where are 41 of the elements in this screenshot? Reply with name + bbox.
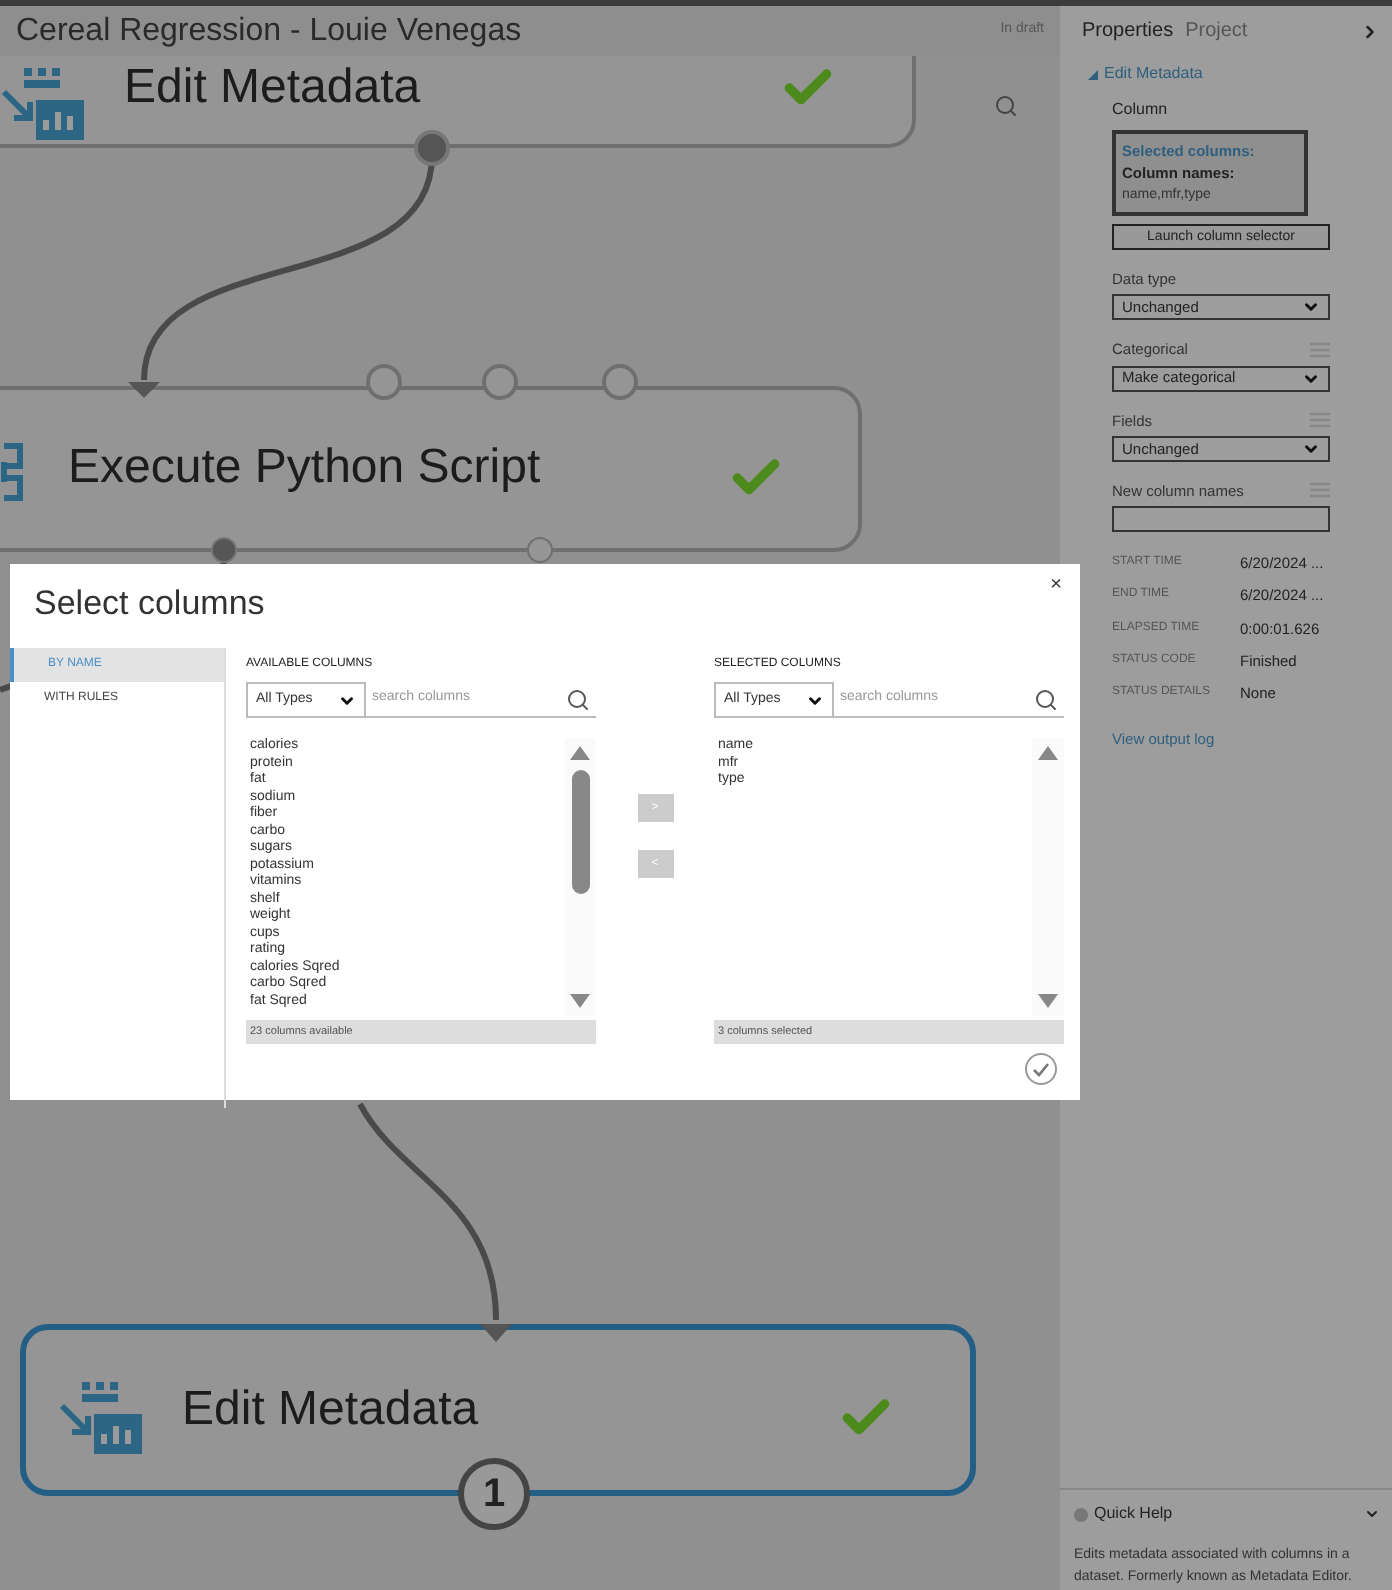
- input-port[interactable]: [366, 364, 402, 400]
- panel-tab[interactable]: Properties: [1082, 16, 1174, 46]
- node-title: Execute Python Script: [68, 444, 541, 492]
- search-icon[interactable]: [994, 94, 1018, 118]
- input-port[interactable]: [602, 364, 638, 400]
- node-title: Edit Metadata: [182, 1386, 479, 1434]
- chevron-down-icon: [806, 691, 824, 709]
- window-title: Cereal Regression - Louie Venegas: [16, 11, 522, 51]
- confirm-check-icon[interactable]: [1024, 1052, 1058, 1086]
- input-port[interactable]: [482, 364, 518, 400]
- scroll-up-icon[interactable]: [1038, 746, 1058, 760]
- chevron-down-icon: [338, 691, 356, 709]
- table-chart-icon: [58, 1378, 146, 1458]
- scrollbar-thumb[interactable]: [571, 770, 589, 894]
- text-input[interactable]: [1112, 506, 1330, 532]
- output-port[interactable]: [414, 130, 450, 166]
- close-button[interactable]: ×: [1050, 576, 1062, 596]
- output-port[interactable]: [527, 537, 553, 563]
- chevron-down-icon: [1302, 298, 1320, 317]
- field-label: Column: [1112, 98, 1170, 122]
- output-port[interactable]: [211, 537, 237, 563]
- chevron-down-icon: [1302, 369, 1320, 387]
- search-icon[interactable]: [566, 687, 590, 711]
- scroll-down-icon[interactable]: [570, 994, 590, 1008]
- node-title: Edit Metadata: [124, 64, 421, 112]
- output-count-badge[interactable]: 1: [458, 1458, 530, 1530]
- scroll-down-icon[interactable]: [1038, 994, 1058, 1008]
- input-port[interactable]: [480, 1324, 512, 1342]
- module-node[interactable]: Edit Metadata: [0, 56, 916, 148]
- expand-triangle-icon[interactable]: [1088, 69, 1098, 79]
- search-icon[interactable]: [1034, 687, 1058, 711]
- table-chart-icon: [0, 64, 88, 144]
- input-port[interactable]: [128, 382, 160, 398]
- module-node[interactable]: Execute Python Script: [0, 386, 862, 552]
- chevron-down-icon: [1302, 439, 1320, 458]
- expand-icon[interactable]: [1364, 1506, 1380, 1522]
- scroll-up-icon[interactable]: [570, 746, 590, 760]
- section-title: Edit Metadata: [1104, 62, 1203, 86]
- help-icon: [1074, 1507, 1088, 1521]
- collapse-icon[interactable]: [1360, 21, 1380, 41]
- quick-help-title: Quick Help: [1094, 1502, 1173, 1526]
